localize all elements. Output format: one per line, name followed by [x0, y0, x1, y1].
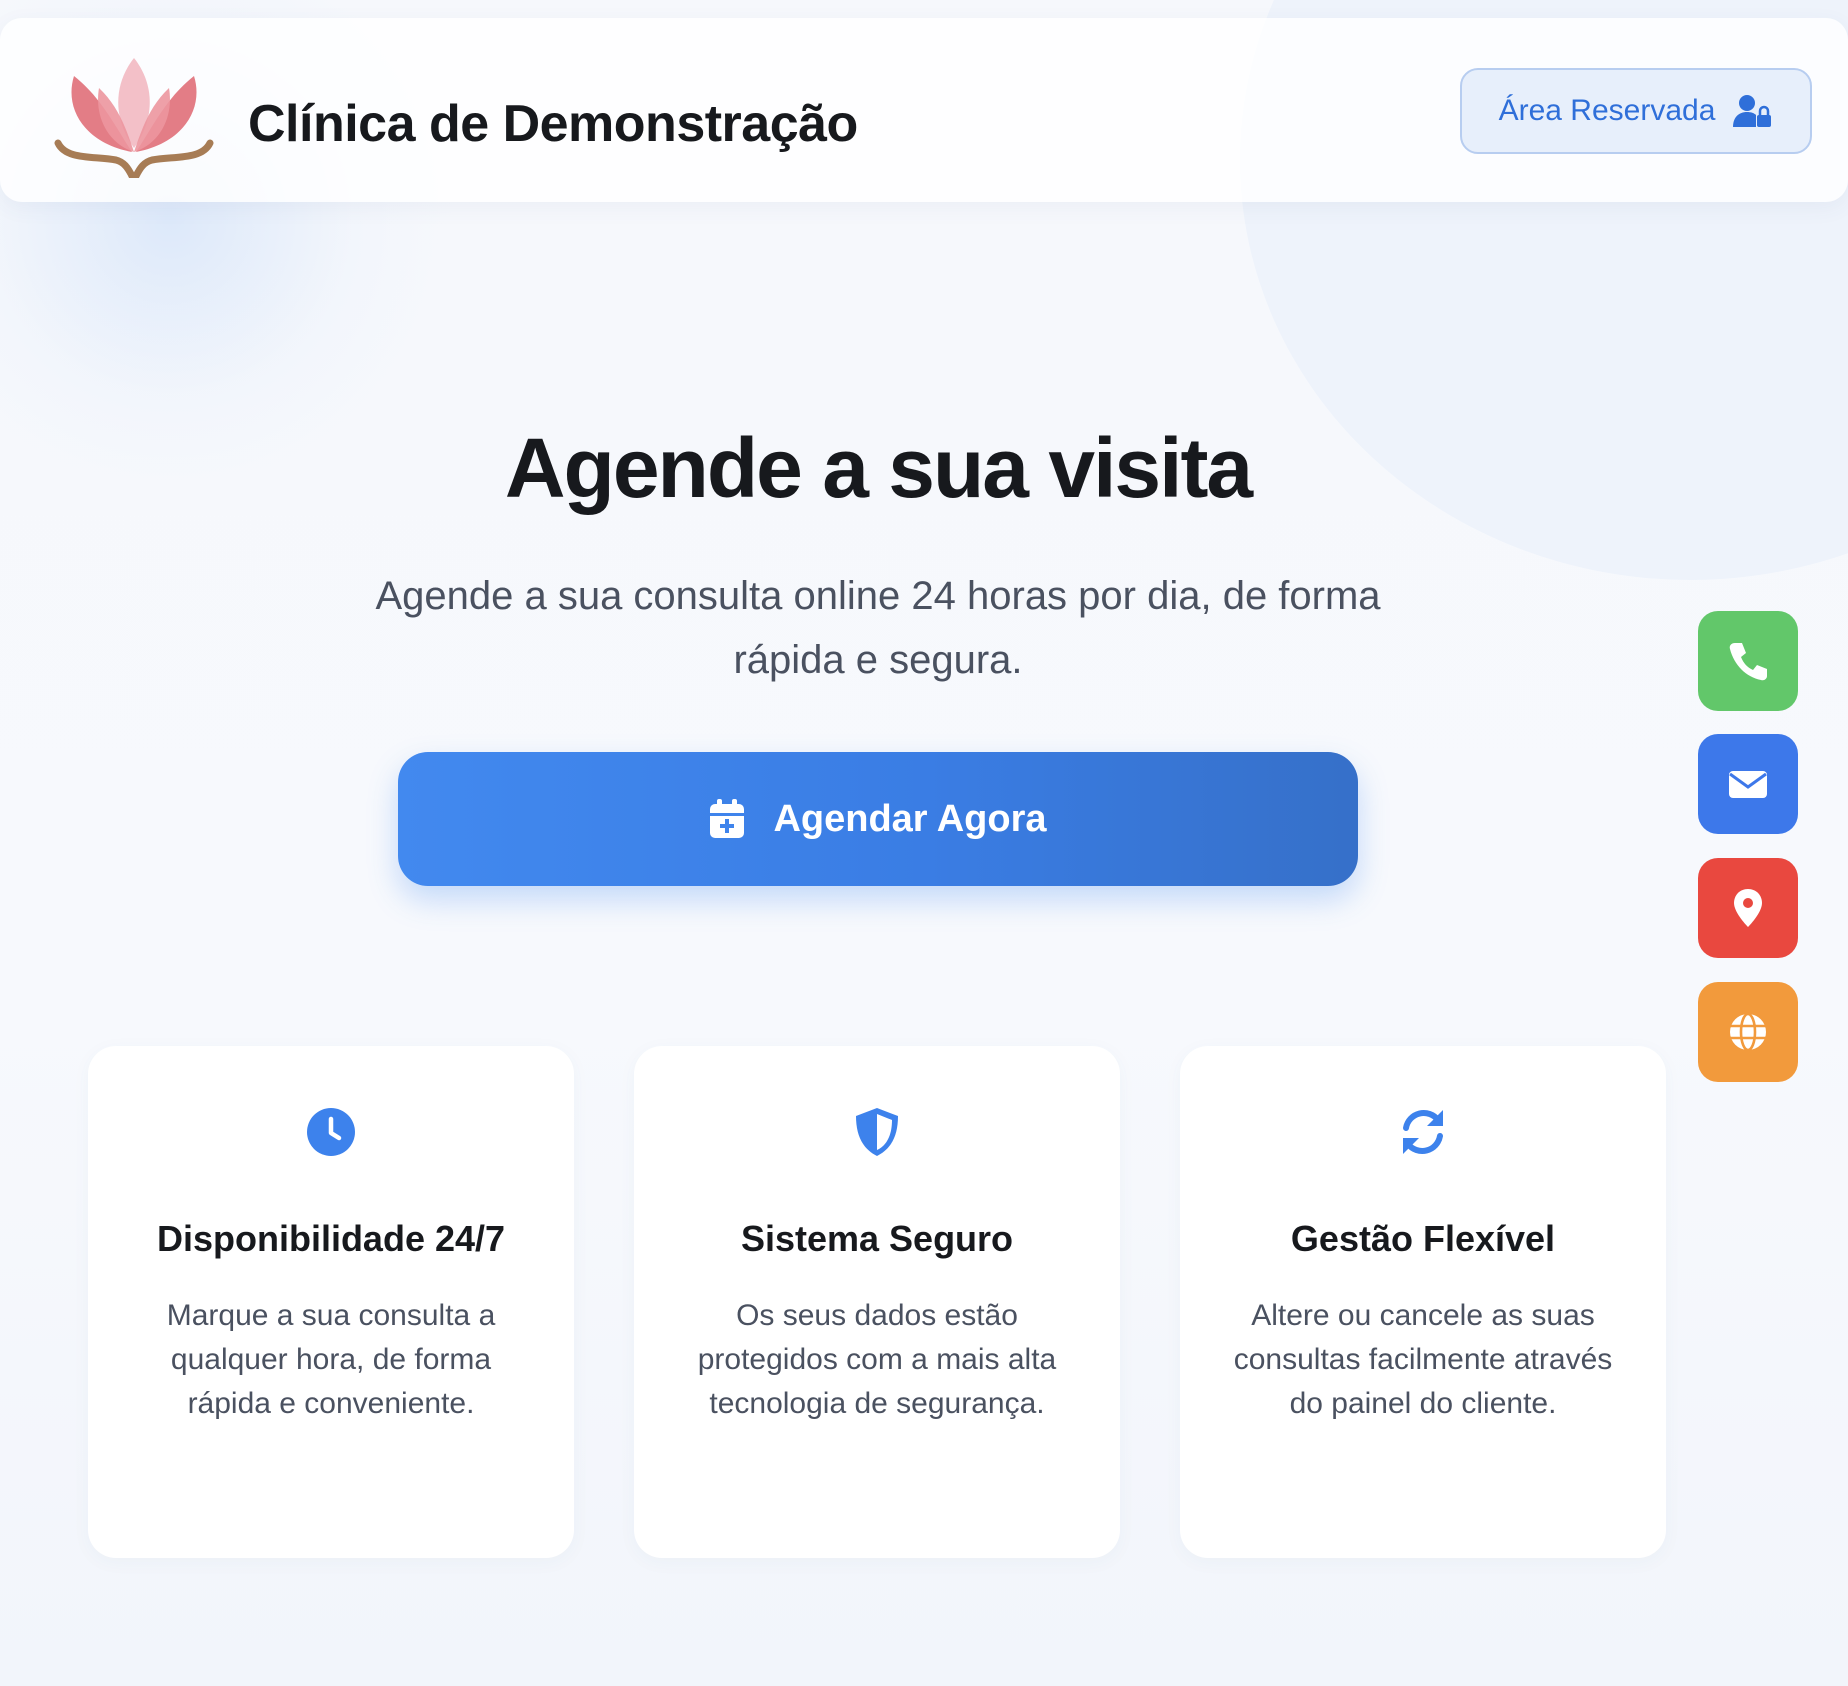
refresh-icon [1403, 1110, 1443, 1154]
feature-card-availability: Disponibilidade 24/7 Marque a sua consul… [88, 1046, 574, 1558]
hero-title: Agende a sua visita [504, 421, 1253, 515]
reserved-area-button[interactable]: Área Reservada [1460, 68, 1812, 154]
lotus-logo[interactable] [54, 48, 214, 180]
map-pin-icon [1734, 889, 1762, 927]
shield-icon [856, 1108, 898, 1156]
hero-subtitle: Agende a sua consulta online 24 horas po… [375, 574, 1381, 682]
site-header: Clínica de Demonstração Área Reservada [0, 18, 1848, 202]
email-button[interactable] [1698, 734, 1798, 834]
feature-title: Gestão Flexível [1290, 1218, 1556, 1259]
location-button[interactable] [1698, 858, 1798, 958]
page: Clínica de Demonstração Área Reservada A… [0, 0, 1848, 1686]
feature-card-flexible: Gestão Flexível Altere ou cancele as sua… [1180, 1046, 1666, 1558]
calendar-plus-icon [710, 799, 745, 838]
clock-icon [307, 1108, 355, 1156]
schedule-now-button[interactable]: Agendar Agora [398, 752, 1358, 886]
feature-text: Altere ou cancele as suas consultas faci… [1233, 1299, 1613, 1420]
phone-button[interactable] [1698, 611, 1798, 711]
feature-title: Disponibilidade 24/7 [156, 1218, 506, 1259]
clinic-name: Clínica de Demonstração [248, 95, 858, 153]
envelope-icon [1729, 771, 1767, 798]
schedule-now-label: Agendar Agora [773, 797, 1047, 840]
website-button[interactable] [1698, 982, 1798, 1082]
phone-icon [1729, 643, 1767, 681]
user-lock-icon [1733, 95, 1772, 127]
feature-text: Marque a sua consulta a qualquer hora, d… [166, 1299, 496, 1420]
reserved-area-label: Área Reservada [1498, 94, 1716, 127]
feature-card-security: Sistema Seguro Os seus dados estão prote… [634, 1046, 1120, 1558]
globe-icon [1730, 1012, 1766, 1052]
feature-title: Sistema Seguro [740, 1218, 1014, 1259]
feature-text: Os seus dados estão protegidos com a mai… [697, 1299, 1057, 1420]
